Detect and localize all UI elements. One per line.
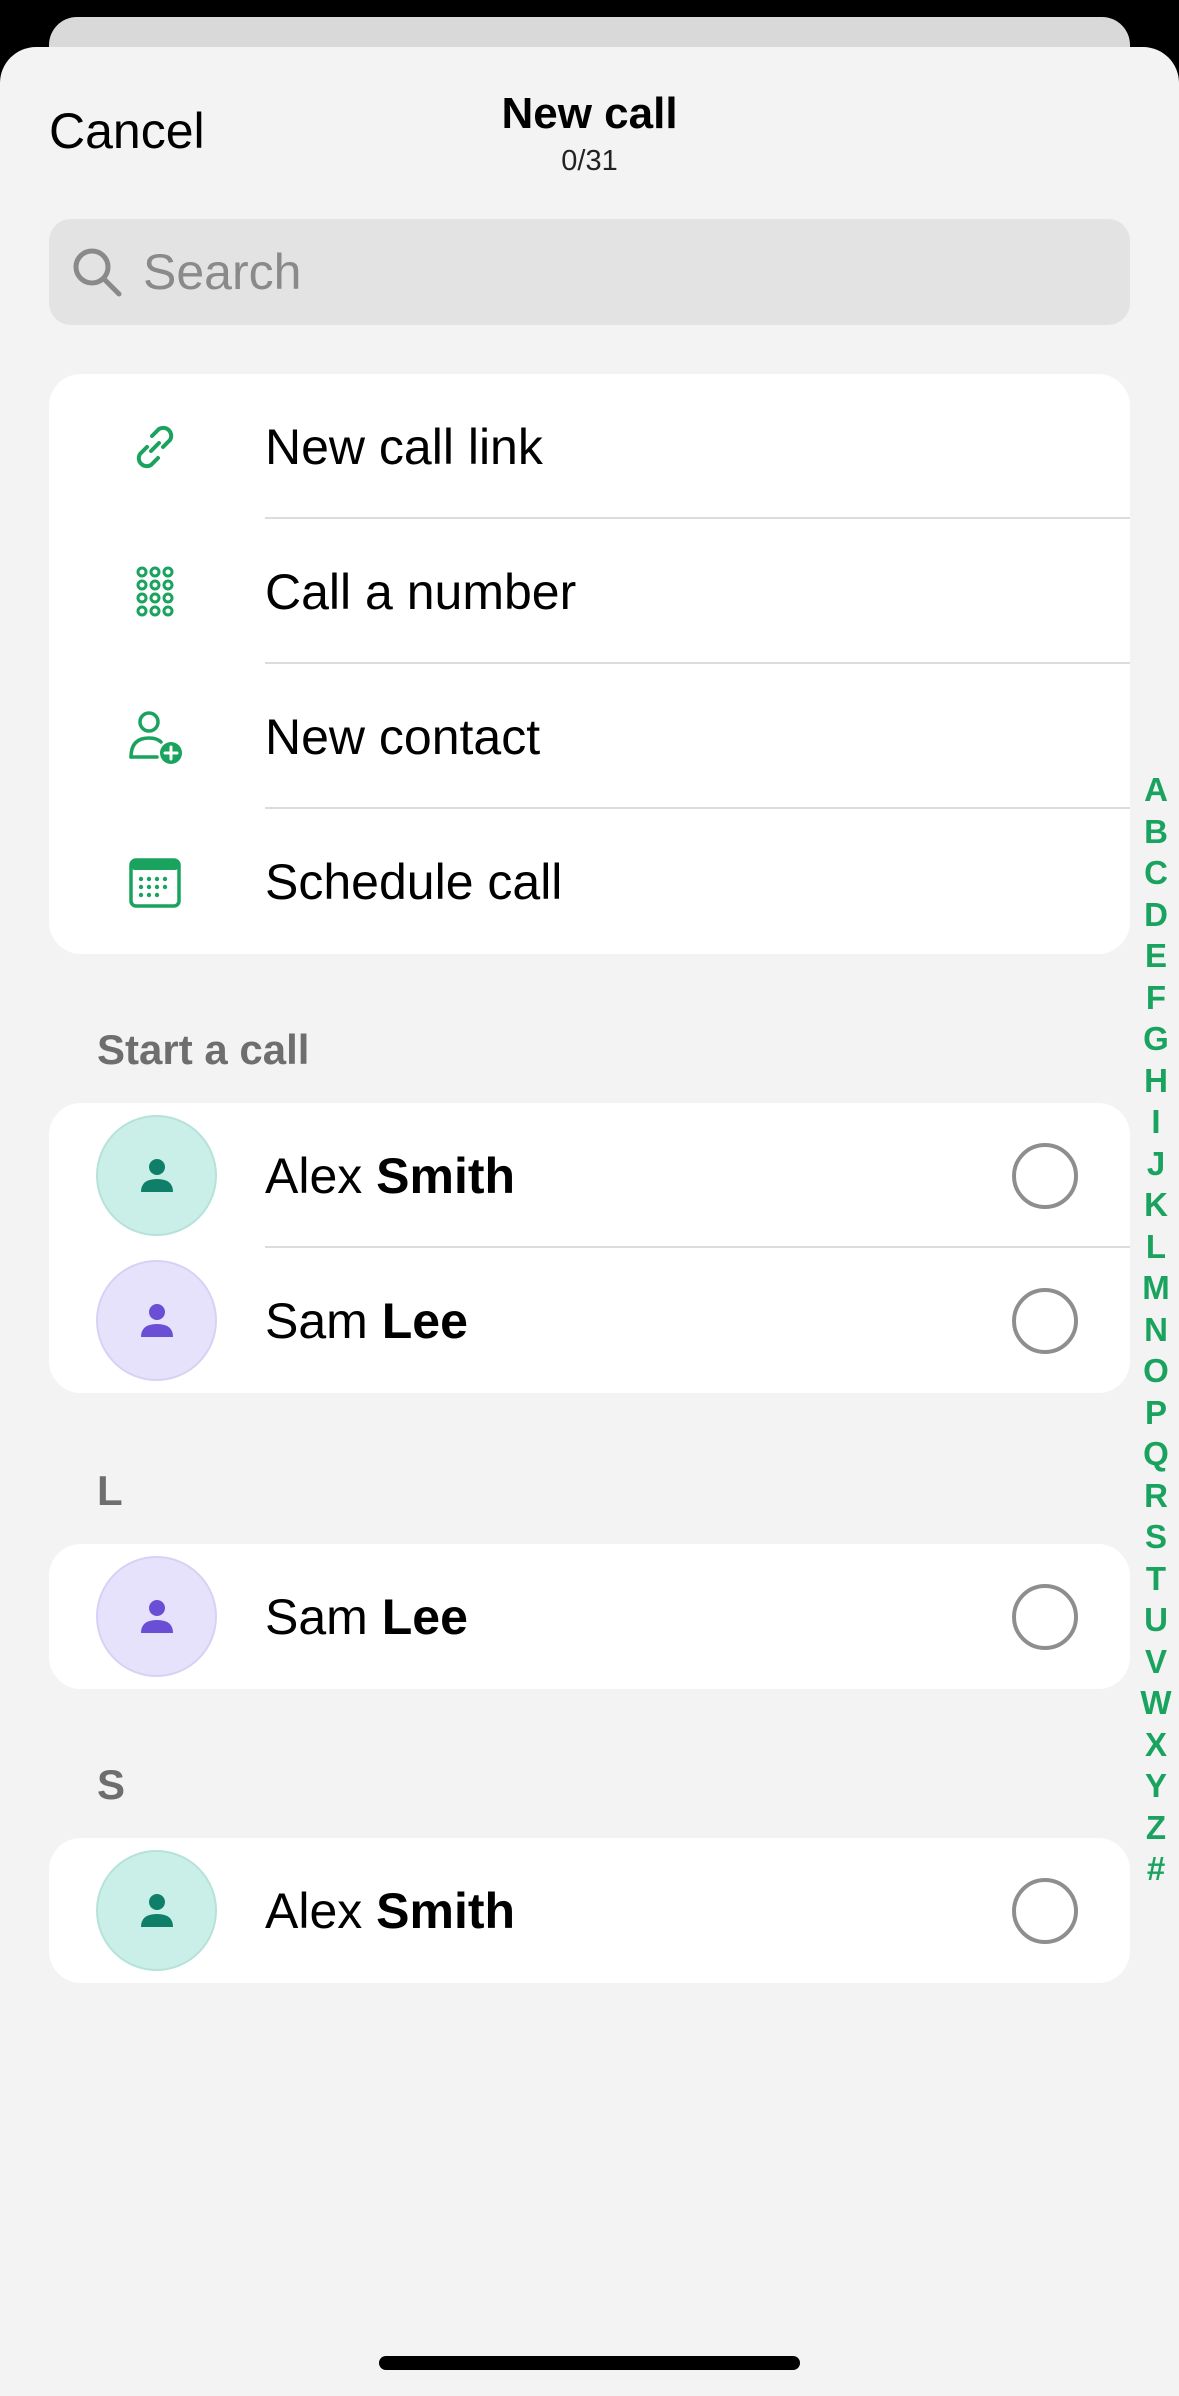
- select-radio[interactable]: [1012, 1584, 1078, 1650]
- index-letter-l[interactable]: L: [1146, 1226, 1166, 1268]
- contacts-group-l: Sam Lee: [49, 1544, 1130, 1689]
- selection-count: 0/31: [561, 145, 618, 177]
- section-header-l: L: [97, 1467, 123, 1514]
- contact-row-alex-smith[interactable]: Alex Smith: [49, 1103, 1130, 1248]
- index-letter-a[interactable]: A: [1144, 769, 1168, 811]
- menu-item-call-a-number[interactable]: Call a number: [49, 519, 1130, 664]
- contact-row-sam-lee[interactable]: Sam Lee: [49, 1248, 1130, 1393]
- search-bar[interactable]: [49, 219, 1130, 325]
- section-header-start-a-call: Start a call: [97, 1026, 310, 1073]
- index-letter-k[interactable]: K: [1144, 1184, 1168, 1226]
- dialpad-icon: [136, 566, 174, 616]
- person-icon: [140, 1303, 173, 1337]
- index-letter-s[interactable]: S: [1145, 1516, 1167, 1558]
- index-letter-i[interactable]: I: [1151, 1101, 1160, 1143]
- link-icon: [136, 425, 174, 468]
- select-radio[interactable]: [1012, 1143, 1078, 1209]
- index-letter-w[interactable]: W: [1140, 1682, 1171, 1724]
- index-letter-q[interactable]: Q: [1143, 1433, 1169, 1475]
- index-letter-r[interactable]: R: [1144, 1475, 1168, 1517]
- index-letter-b[interactable]: B: [1144, 811, 1168, 853]
- contacts-group-start: Alex Smith Sam Lee: [49, 1103, 1130, 1393]
- index-letter-e[interactable]: E: [1145, 935, 1167, 977]
- menu-item-new-contact[interactable]: New contact: [49, 664, 1130, 809]
- index-letter-p[interactable]: P: [1145, 1392, 1167, 1434]
- index-letter-v[interactable]: V: [1145, 1641, 1167, 1683]
- index-letter-d[interactable]: D: [1144, 894, 1168, 936]
- contact-name: Alex Smith: [265, 1882, 516, 1939]
- avatar: [96, 1556, 217, 1677]
- page-title: New call: [501, 89, 678, 138]
- new-call-sheet: Cancel New call 0/31 New call link: [0, 47, 1179, 2396]
- avatar: [96, 1260, 217, 1381]
- menu-item-schedule-call[interactable]: Schedule call: [49, 809, 1130, 954]
- index-letter-z[interactable]: Z: [1146, 1807, 1166, 1849]
- home-indicator: [379, 2356, 800, 2370]
- header-title-group: New call 0/31: [0, 89, 1179, 178]
- menu-item-label: Schedule call: [265, 853, 563, 910]
- alphabet-index[interactable]: A B C D E F G H I J K L M N O P Q R S T U V W X Y Z #: [1138, 769, 1174, 1890]
- menu-item-label: Call a number: [265, 563, 577, 620]
- contact-name: Alex Smith: [265, 1147, 516, 1204]
- section-header-s: S: [97, 1761, 126, 1808]
- index-letter-n[interactable]: N: [1144, 1309, 1168, 1351]
- contact-row-sam-lee[interactable]: Sam Lee: [49, 1544, 1130, 1689]
- contact-name: Sam Lee: [265, 1292, 468, 1349]
- menu-item-label: New call link: [265, 418, 543, 475]
- index-letter-u[interactable]: U: [1144, 1599, 1168, 1641]
- avatar: [96, 1115, 217, 1236]
- index-letter-x[interactable]: X: [1145, 1724, 1167, 1766]
- person-icon: [140, 1893, 173, 1927]
- index-letter-hash[interactable]: #: [1147, 1848, 1165, 1890]
- contact-name: Sam Lee: [265, 1588, 468, 1645]
- index-letter-t[interactable]: T: [1146, 1558, 1166, 1600]
- calendar-icon: [129, 857, 181, 908]
- contact-row-alex-smith[interactable]: Alex Smith: [49, 1838, 1130, 1983]
- search-icon: [73, 248, 122, 297]
- menu-item-label: New contact: [265, 708, 541, 765]
- index-letter-m[interactable]: M: [1142, 1267, 1170, 1309]
- person-icon: [140, 1158, 173, 1192]
- select-radio[interactable]: [1012, 1288, 1078, 1354]
- index-letter-o[interactable]: O: [1143, 1350, 1169, 1392]
- call-options-menu: New call link Call a number New contact …: [49, 374, 1130, 954]
- person-icon: [140, 1599, 173, 1633]
- add-contact-icon: [129, 710, 182, 764]
- index-letter-h[interactable]: H: [1144, 1060, 1168, 1102]
- index-letter-g[interactable]: G: [1143, 1018, 1169, 1060]
- index-letter-y[interactable]: Y: [1145, 1765, 1167, 1807]
- menu-item-new-call-link[interactable]: New call link: [49, 374, 1130, 519]
- search-input[interactable]: [143, 243, 1043, 301]
- index-letter-f[interactable]: F: [1146, 977, 1166, 1019]
- avatar: [96, 1850, 217, 1971]
- index-letter-c[interactable]: C: [1144, 852, 1168, 894]
- contacts-group-s: Alex Smith: [49, 1838, 1130, 1983]
- index-letter-j[interactable]: J: [1147, 1143, 1165, 1185]
- select-radio[interactable]: [1012, 1878, 1078, 1944]
